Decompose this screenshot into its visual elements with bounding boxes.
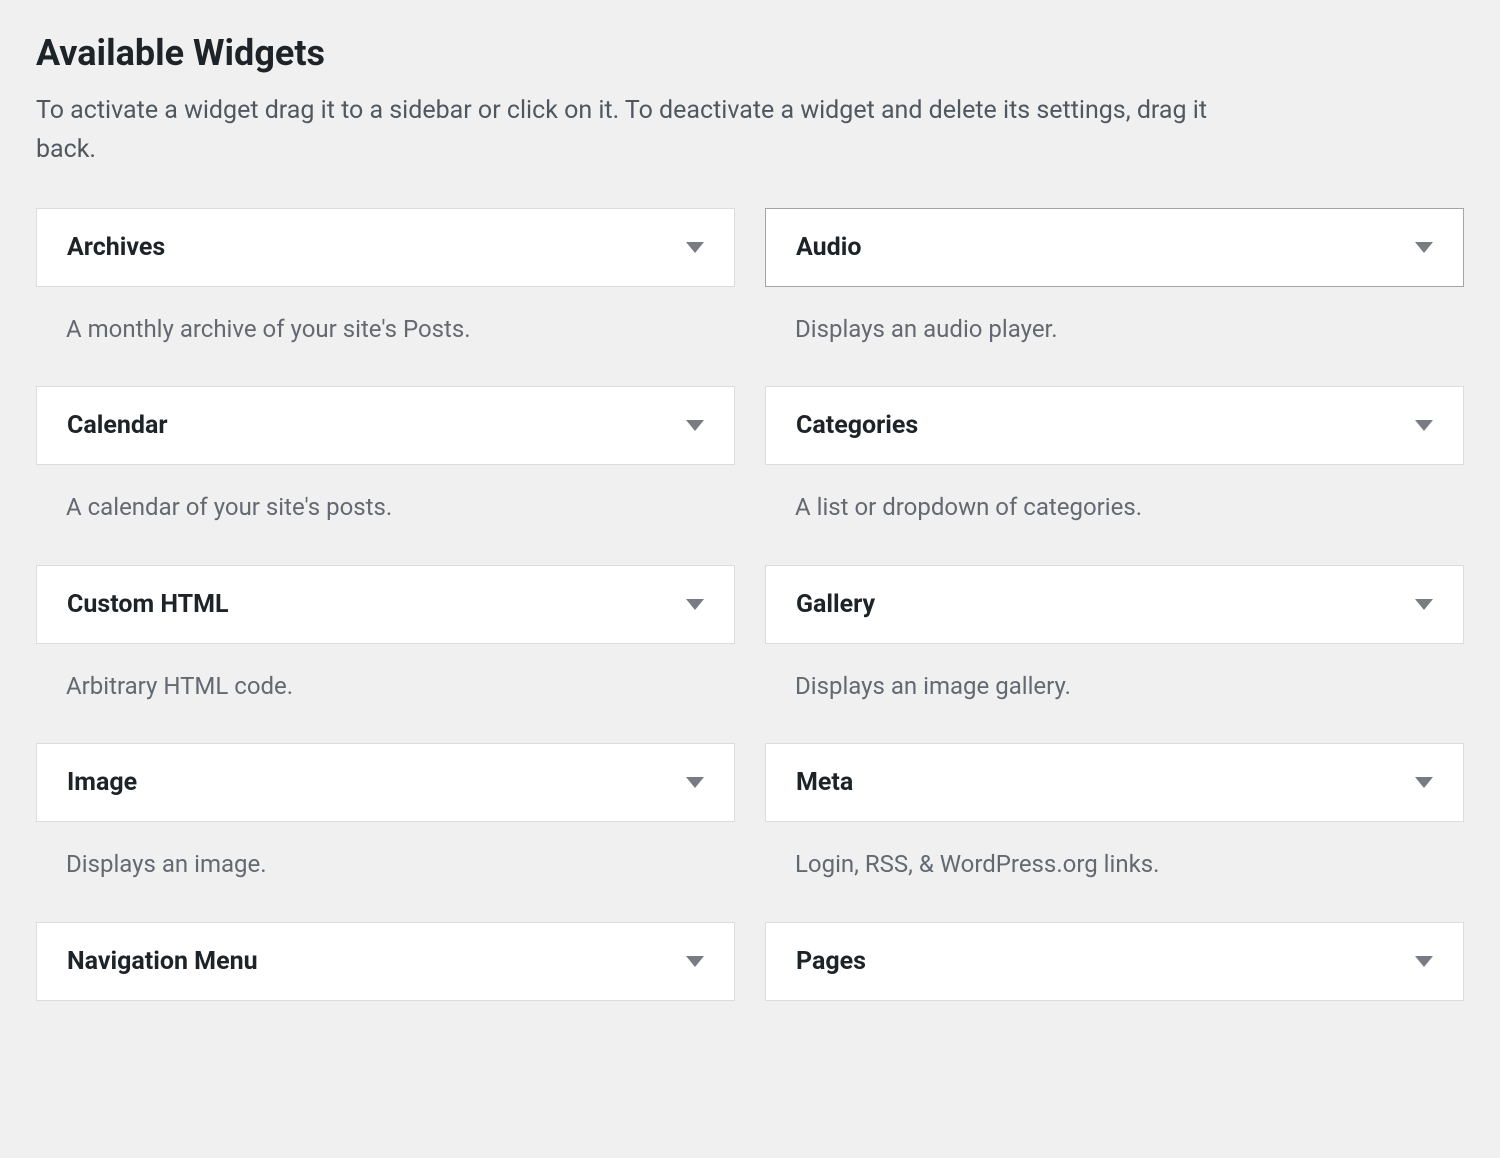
widget-item: Categories A list or dropdown of categori… [765, 386, 1464, 553]
widget-title: Custom HTML [67, 590, 229, 619]
chevron-down-icon [686, 242, 704, 253]
widget-item: Gallery Displays an image gallery. [765, 565, 1464, 732]
widget-header[interactable]: Navigation Menu [36, 922, 735, 1001]
widget-title: Calendar [67, 411, 167, 440]
widget-header[interactable]: Archives [36, 208, 735, 287]
widget-description: A monthly archive of your site's Posts. [36, 287, 735, 375]
chevron-down-icon [686, 777, 704, 788]
chevron-down-icon [1415, 242, 1433, 253]
widget-item: Image Displays an image. [36, 743, 735, 910]
widget-header[interactable]: Meta [765, 743, 1464, 822]
widget-item: Pages [765, 922, 1464, 1001]
widget-header[interactable]: Categories [765, 386, 1464, 465]
widget-description: Displays an image. [36, 822, 735, 910]
widget-header[interactable]: Pages [765, 922, 1464, 1001]
widget-description: Displays an image gallery. [765, 644, 1464, 732]
widget-header[interactable]: Custom HTML [36, 565, 735, 644]
chevron-down-icon [1415, 956, 1433, 967]
chevron-down-icon [686, 599, 704, 610]
widget-title: Meta [796, 768, 853, 797]
widget-header[interactable]: Gallery [765, 565, 1464, 644]
widget-header[interactable]: Calendar [36, 386, 735, 465]
chevron-down-icon [1415, 420, 1433, 431]
available-widgets-heading: Available Widgets [36, 32, 1464, 74]
widget-grid: Archives A monthly archive of your site's… [36, 208, 1464, 1013]
widget-item: Custom HTML Arbitrary HTML code. [36, 565, 735, 732]
widget-title: Archives [67, 233, 165, 262]
widget-item: Navigation Menu [36, 922, 735, 1001]
widget-header[interactable]: Audio [765, 208, 1464, 287]
widget-header[interactable]: Image [36, 743, 735, 822]
widget-title: Audio [796, 233, 861, 262]
widget-title: Pages [796, 947, 866, 976]
widget-item: Audio Displays an audio player. [765, 208, 1464, 375]
widget-description: Displays an audio player. [765, 287, 1464, 375]
widget-item: Meta Login, RSS, & WordPress.org links. [765, 743, 1464, 910]
widget-description: A calendar of your site's posts. [36, 465, 735, 553]
widget-description: Arbitrary HTML code. [36, 644, 735, 732]
chevron-down-icon [1415, 777, 1433, 788]
available-widgets-description: To activate a widget drag it to a sideba… [36, 92, 1236, 170]
widget-title: Categories [796, 411, 918, 440]
widget-title: Image [67, 768, 137, 797]
chevron-down-icon [1415, 599, 1433, 610]
chevron-down-icon [686, 420, 704, 431]
widget-description: A list or dropdown of categories. [765, 465, 1464, 553]
widget-item: Calendar A calendar of your site's posts. [36, 386, 735, 553]
chevron-down-icon [686, 956, 704, 967]
widget-title: Navigation Menu [67, 947, 258, 976]
widget-description: Login, RSS, & WordPress.org links. [765, 822, 1464, 910]
widget-title: Gallery [796, 590, 875, 619]
widget-item: Archives A monthly archive of your site's… [36, 208, 735, 375]
